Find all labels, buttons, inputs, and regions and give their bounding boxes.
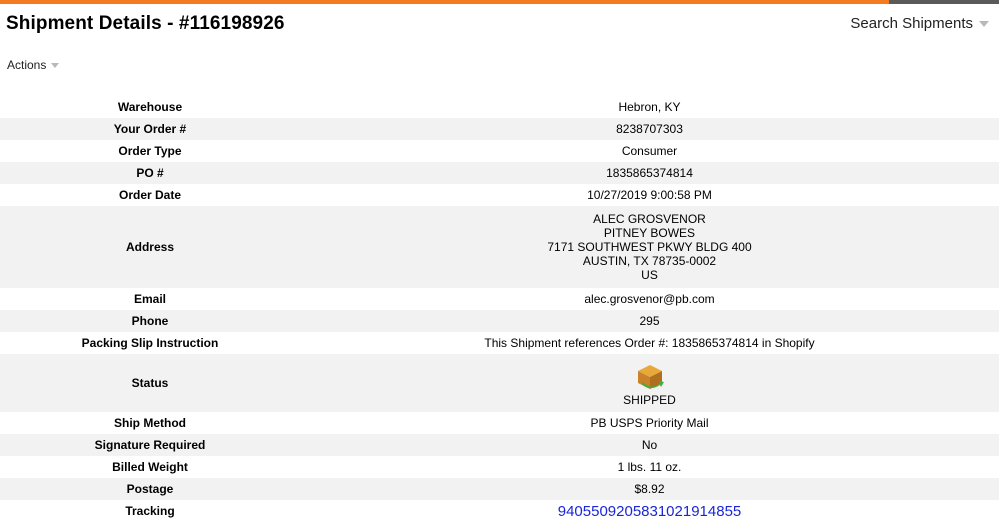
row-label: Postage (0, 478, 300, 500)
row-value: No (300, 434, 999, 456)
row-label: Email (133, 292, 166, 306)
shipped-box-icon (637, 365, 664, 389)
row-address: Address ALEC GROSVENOR PITNEY BOWES 7171… (0, 206, 999, 288)
row-label: Order Type (118, 144, 182, 158)
status-cell: SHIPPED (300, 354, 999, 412)
row-label: Status (0, 354, 300, 412)
row-order-type: Order Type Consumer (0, 140, 999, 162)
row-value: 1835865374814 (300, 162, 999, 184)
row-order-number: Your Order # 8238707303 (0, 118, 999, 140)
address-line: AUSTIN, TX 78735-0002 (582, 254, 717, 268)
row-value: 1 lbs. 11 oz. (617, 460, 682, 474)
address-line: PITNEY BOWES (603, 226, 696, 240)
row-label: Packing Slip Instruction (81, 336, 219, 350)
row-label: PO # (0, 162, 300, 184)
row-value: alec.grosvenor@pb.com (584, 292, 715, 306)
shipment-details-table: Warehouse Hebron, KY Your Order # 823870… (0, 96, 999, 522)
row-label: Tracking (125, 504, 175, 518)
row-value: Consumer (621, 144, 678, 158)
search-shipments-label: Search Shipments (850, 15, 973, 32)
status-text: SHIPPED (623, 393, 676, 407)
chevron-down-icon (979, 21, 989, 28)
row-billed-weight: Billed Weight 1 lbs. 11 oz. (0, 456, 999, 478)
row-signature: Signature Required No (0, 434, 999, 456)
row-value: Hebron, KY (618, 100, 681, 114)
address-line: 7171 SOUTHWEST PKWY BLDG 400 (547, 240, 752, 254)
row-value: $8.92 (300, 478, 999, 500)
row-label: Billed Weight (112, 460, 188, 474)
row-value: This Shipment references Order #: 183586… (484, 336, 815, 350)
row-order-date: Order Date 10/27/2019 9:00:58 PM (0, 184, 999, 206)
search-shipments-menu[interactable]: Search Shipments (850, 15, 989, 32)
address-line: US (641, 268, 658, 282)
row-postage: Postage $8.92 (0, 478, 999, 500)
row-label: Phone (0, 310, 300, 332)
top-accent-dark-bar (889, 0, 999, 4)
row-label: Ship Method (114, 416, 186, 430)
row-tracking: Tracking 9405509205831021914855 (0, 500, 999, 522)
actions-label: Actions (7, 58, 47, 72)
row-status: Status SHIPPED (0, 354, 999, 412)
top-accent-bar (0, 0, 999, 4)
row-label: Warehouse (117, 100, 183, 114)
chevron-down-icon (51, 63, 60, 69)
row-value: 8238707303 (300, 118, 999, 140)
row-value: 10/27/2019 9:00:58 PM (587, 188, 712, 202)
row-ship-method: Ship Method PB USPS Priority Mail (0, 412, 999, 434)
row-value: 295 (300, 310, 999, 332)
page-title: Shipment Details - #116198926 (6, 13, 285, 34)
row-label: Your Order # (0, 118, 300, 140)
address-line: ALEC GROSVENOR (593, 212, 706, 226)
row-label: Address (0, 206, 300, 288)
row-warehouse: Warehouse Hebron, KY (0, 96, 999, 118)
row-value: PB USPS Priority Mail (590, 416, 709, 430)
row-label: Order Date (118, 188, 182, 202)
tracking-number-link[interactable]: 9405509205831021914855 (558, 503, 742, 520)
row-packing-slip: Packing Slip Instruction This Shipment r… (0, 332, 999, 354)
row-label: Signature Required (0, 434, 300, 456)
address-block: ALEC GROSVENOR PITNEY BOWES 7171 SOUTHWE… (300, 206, 999, 288)
row-email: Email alec.grosvenor@pb.com (0, 288, 999, 310)
row-po: PO # 1835865374814 (0, 162, 999, 184)
actions-menu[interactable]: Actions (7, 58, 60, 72)
tracking-cell: 9405509205831021914855 (300, 500, 999, 522)
row-phone: Phone 295 (0, 310, 999, 332)
